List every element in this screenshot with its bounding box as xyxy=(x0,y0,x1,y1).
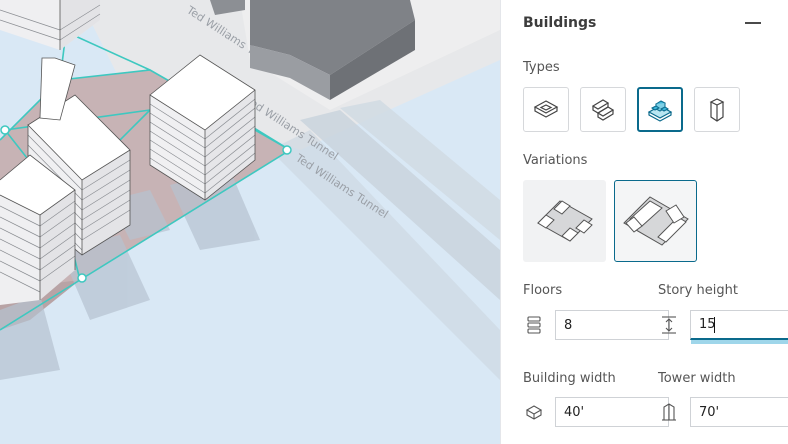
story-height-input[interactable] xyxy=(690,310,788,340)
variation-1-card[interactable] xyxy=(523,180,606,262)
building-width-icon xyxy=(523,401,545,423)
type-tower-button[interactable] xyxy=(694,87,740,132)
tower-width-input[interactable] xyxy=(690,397,788,427)
variations-label: Variations xyxy=(523,153,588,168)
floors-input[interactable] xyxy=(555,310,669,340)
variation-2-icon xyxy=(622,196,689,246)
building-width-label: Building width xyxy=(523,371,616,386)
type-podium-tower-button[interactable] xyxy=(637,87,683,132)
floors-label: Floors xyxy=(523,283,563,298)
story-height-label: Story height xyxy=(658,283,738,298)
tower-width-icon xyxy=(658,401,680,423)
tower-width-label: Tower width xyxy=(658,371,736,386)
building-width-input[interactable] xyxy=(555,397,669,427)
collapse-minus-icon[interactable] xyxy=(745,22,761,24)
buildings-panel: Buildings Types Variations Floors 8 Stor… xyxy=(500,0,788,444)
variation-2-card[interactable] xyxy=(614,180,697,262)
tower-type-icon xyxy=(709,97,725,122)
panel-title: Buildings xyxy=(523,15,597,31)
map-viewport[interactable]: Ted Williams Tunnel Ted Williams Tunnel … xyxy=(0,0,500,444)
variation-1-icon xyxy=(536,200,593,242)
podium-tower-type-icon xyxy=(647,99,673,122)
type-bar-button[interactable] xyxy=(580,87,626,132)
floors-icon xyxy=(523,314,545,336)
text-caret xyxy=(714,317,715,333)
bar-type-icon xyxy=(591,98,615,121)
height-arrows-icon xyxy=(658,314,680,336)
type-courtyard-button[interactable] xyxy=(523,87,569,132)
scene-canvas[interactable]: Ted Williams Tunnel Ted Williams Tunnel … xyxy=(0,0,500,444)
types-label: Types xyxy=(523,60,560,75)
courtyard-type-icon xyxy=(533,99,559,118)
